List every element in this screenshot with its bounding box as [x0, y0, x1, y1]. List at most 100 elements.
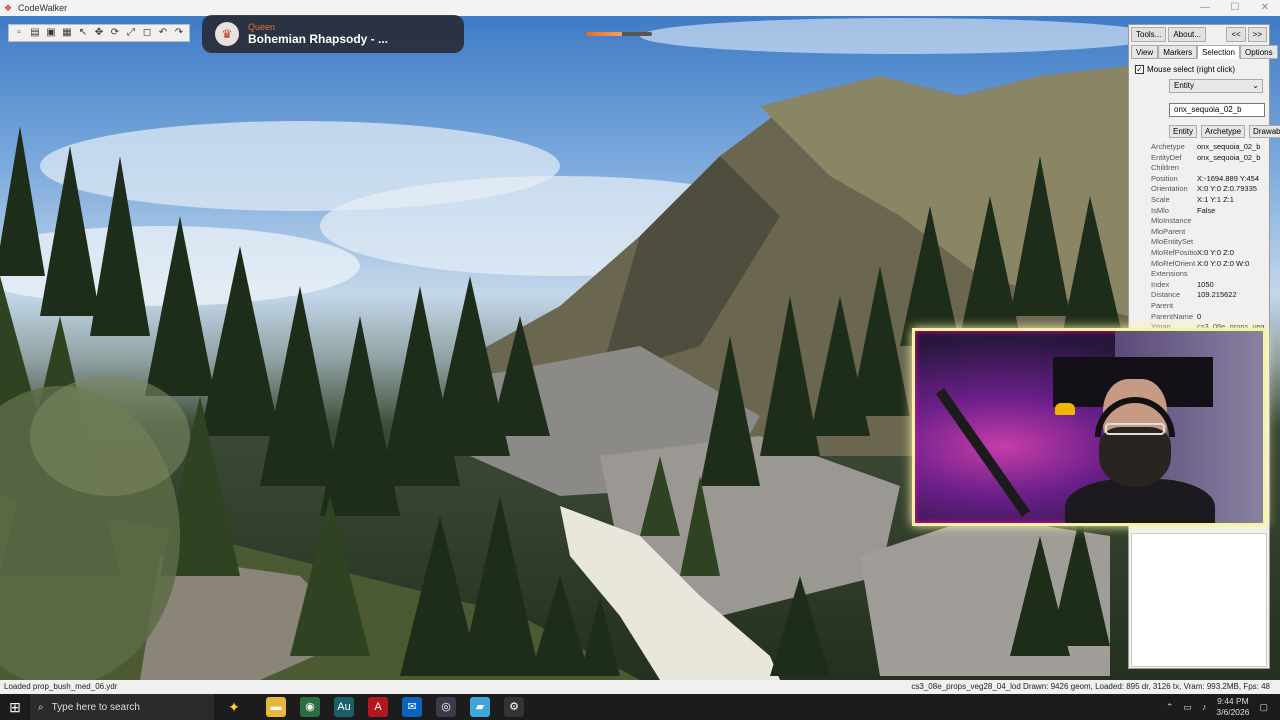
tab-markers[interactable]: Markers: [1158, 45, 1198, 59]
system-tray: ⌃ ▭ ♪ 9:44 PM 3/6/2026 ▢: [1166, 694, 1268, 720]
maximize-button[interactable]: ☐: [1220, 0, 1250, 16]
new-icon[interactable]: ▫: [12, 26, 26, 40]
viewport-toolbar: ▫ ▤ ▣ ▦ ↖ ✥ ⟳ ⤢ ◻ ↶ ↷: [8, 24, 190, 42]
audition-icon[interactable]: Au: [334, 697, 354, 717]
property-value: X:1 Y:1 Z:1: [1197, 194, 1234, 204]
property-row[interactable]: IsMlo False: [1133, 206, 1269, 217]
subtab-entity[interactable]: Entity: [1169, 125, 1198, 138]
tools-button[interactable]: Tools...: [1131, 27, 1167, 42]
expand-button[interactable]: >>: [1247, 27, 1267, 42]
chevron-up-icon[interactable]: ⌃: [1166, 702, 1174, 713]
property-row[interactable]: Index 1050: [1133, 280, 1269, 291]
property-row[interactable]: Extensions: [1133, 269, 1269, 280]
chevron-down-icon: ⌄: [1252, 81, 1259, 90]
now-playing-artist: Queen: [248, 22, 276, 32]
property-key: Archetype: [1151, 142, 1185, 151]
panel-empty-area: [1131, 533, 1267, 667]
property-key: EntityDef: [1151, 152, 1182, 162]
checkbox-check-icon: ✓: [1135, 65, 1144, 74]
property-row[interactable]: Parent: [1133, 301, 1269, 312]
taskbar-clock[interactable]: 9:44 PM 3/6/2026: [1216, 696, 1249, 718]
save-icon[interactable]: ▣: [44, 26, 58, 40]
streamer: [1065, 379, 1215, 523]
property-value: [1197, 301, 1269, 312]
property-row[interactable]: ParentName 0: [1133, 312, 1269, 323]
property-key: Scale: [1151, 194, 1170, 204]
property-row[interactable]: Children: [1133, 163, 1269, 174]
codewalker-app-icon: ❖: [4, 3, 13, 13]
box-icon[interactable]: ◻: [140, 26, 154, 40]
minimize-button[interactable]: —: [1190, 0, 1220, 16]
scale-icon[interactable]: ⤢: [124, 26, 138, 40]
file-explorer-icon[interactable]: ▬: [266, 697, 286, 717]
property-key: ParentName: [1151, 311, 1194, 321]
search-icon: ⌕: [38, 701, 44, 713]
collapse-button[interactable]: <<: [1226, 27, 1246, 42]
property-value: [1197, 269, 1269, 280]
property-value: [1197, 237, 1269, 248]
property-key: Distance: [1151, 290, 1181, 300]
mouse-select-checkbox[interactable]: ✓ Mouse select (right click): [1135, 65, 1235, 74]
outlook-icon[interactable]: ✉: [402, 697, 422, 717]
property-row[interactable]: Orientation X:0 Y:0 Z:0.79335: [1133, 184, 1269, 195]
property-row[interactable]: MloRefOrient X:0 Y:0 Z:0 W:0: [1133, 259, 1269, 270]
property-row[interactable]: Position X:-1694.889 Y:454: [1133, 174, 1269, 185]
settings-icon[interactable]: ⚙: [504, 697, 524, 717]
property-row[interactable]: Distance 109.215622: [1133, 290, 1269, 301]
property-key: Parent: [1151, 300, 1174, 310]
start-button[interactable]: ⊞: [0, 699, 30, 716]
now-playing-song: Bohemian Rhapsody - ...: [248, 32, 389, 46]
window-controls: — ☐ ✕: [1190, 0, 1280, 16]
property-value: onx_sequoia_02_b: [1197, 152, 1261, 162]
property-key: Position: [1151, 173, 1178, 183]
property-row[interactable]: MloRefPositio X:0 Y:0 Z:0: [1133, 248, 1269, 259]
rotate-icon[interactable]: ⟳: [108, 26, 122, 40]
selection-name-field[interactable]: onx_sequoia_02_b: [1169, 103, 1265, 117]
property-row[interactable]: MloEntitySet: [1133, 237, 1269, 248]
taskbar-apps: ▬ ◉ Au A ✉ ◎ ▰ ⚙: [266, 697, 524, 717]
property-row[interactable]: Archetype onx_sequoia_02_b: [1133, 142, 1269, 153]
close-button[interactable]: ✕: [1250, 0, 1280, 16]
webcam-overlay: [912, 328, 1266, 526]
clock-date: 3/6/2026: [1216, 707, 1250, 717]
notifications-icon[interactable]: ▢: [1259, 702, 1268, 713]
property-value: False: [1197, 205, 1216, 215]
volume-icon[interactable]: ♪: [1202, 702, 1207, 712]
property-row[interactable]: EntityDef onx_sequoia_02_b: [1133, 153, 1269, 164]
tab-selection[interactable]: Selection: [1197, 45, 1241, 59]
tab-view[interactable]: View: [1131, 45, 1159, 59]
subtab-drawable[interactable]: Drawable: [1249, 125, 1280, 138]
about-button[interactable]: About...: [1168, 27, 1206, 42]
property-row[interactable]: Scale X:1 Y:1 Z:1: [1133, 195, 1269, 206]
codewalker-icon[interactable]: ▰: [470, 697, 490, 717]
search-highlight-icon[interactable]: ✦: [214, 699, 254, 716]
property-value: X:0 Y:0 Z:0 W:0: [1197, 258, 1250, 268]
album-art-icon: ♛: [215, 22, 239, 46]
taskbar-search[interactable]: ⌕ Type here to search: [30, 694, 214, 720]
pointer-icon[interactable]: ↖: [76, 26, 90, 40]
open-icon[interactable]: ▤: [28, 26, 42, 40]
window-title: CodeWalker: [18, 3, 68, 13]
property-value: [1197, 216, 1269, 227]
microphone-arm: [935, 388, 1031, 517]
obs-icon[interactable]: ◎: [436, 697, 456, 717]
property-row[interactable]: MloParent: [1133, 227, 1269, 238]
property-value: [1197, 163, 1269, 174]
redo-icon[interactable]: ↷: [172, 26, 186, 40]
acrobat-icon[interactable]: A: [368, 697, 388, 717]
windows-taskbar: ⊞ ⌕ Type here to search ✦ ▬ ◉ Au A ✉ ◎ ▰…: [0, 694, 1280, 720]
tab-options[interactable]: Options: [1240, 45, 1278, 59]
undo-icon[interactable]: ↶: [156, 26, 170, 40]
save-all-icon[interactable]: ▦: [60, 26, 74, 40]
network-icon[interactable]: ▭: [1183, 702, 1192, 713]
property-key: MloEntitySet: [1151, 237, 1194, 247]
search-placeholder: Type here to search: [51, 701, 140, 713]
status-bar: Loaded prop_bush_med_06.ydr cs3_08e_prop…: [0, 680, 1280, 694]
subtab-archetype[interactable]: Archetype: [1201, 125, 1246, 138]
glasses: [1105, 423, 1165, 435]
selection-mode-dropdown[interactable]: Entity ⌄: [1169, 79, 1263, 93]
move-icon[interactable]: ✥: [92, 26, 106, 40]
property-key: MloRefOrient: [1151, 258, 1196, 268]
chrome-icon[interactable]: ◉: [300, 697, 320, 717]
property-row[interactable]: MloInstance: [1133, 216, 1269, 227]
